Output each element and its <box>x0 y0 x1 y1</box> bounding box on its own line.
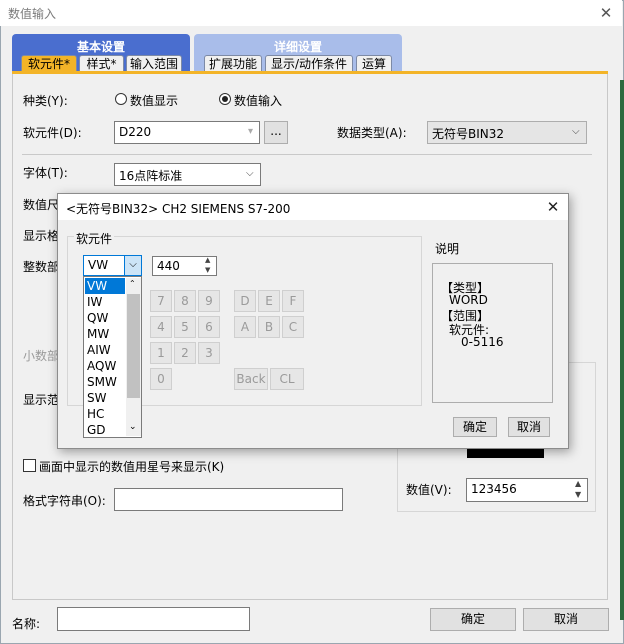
background-edge <box>620 80 624 620</box>
kind-label: 种类(Y): <box>23 94 68 108</box>
device-type-list[interactable]: VW IW QW MW AIW AQW SMW SW HC GD ⌃ ⌄ <box>83 276 142 438</box>
list-item[interactable]: SW <box>85 390 125 406</box>
chevron-down-icon[interactable]: ⌵ <box>124 256 141 275</box>
device-label: 软元件(D): <box>23 126 82 140</box>
list-item[interactable]: AIW <box>85 342 125 358</box>
spin-up-icon[interactable]: ▲ <box>205 256 210 264</box>
key-5[interactable]: 5 <box>174 316 196 338</box>
spin-down-icon[interactable]: ▼ <box>575 490 581 499</box>
key-6[interactable]: 6 <box>198 316 220 338</box>
key-0[interactable]: 0 <box>150 368 172 390</box>
device-dropdown-icon: ▾ <box>248 126 254 137</box>
value-input-value: 123456 <box>471 482 517 496</box>
device-number-value: 440 <box>157 259 180 273</box>
datatype-value: 无符号BIN32 <box>432 127 505 141</box>
decimal-digits-label: 小数部 <box>23 349 60 363</box>
key-2[interactable]: 2 <box>174 342 196 364</box>
list-item[interactable]: IW <box>85 294 125 310</box>
integer-digits-label: 整数部 <box>23 260 60 274</box>
description-box: 【类型】 WORD 【范围】 软元件: 0-5116 <box>432 263 553 403</box>
tab-group-detail-title: 详细设置 <box>273 40 322 54</box>
tab-group-basic-title: 基本设置 <box>76 40 125 54</box>
dialog-cancel-button[interactable]: 取消 <box>508 417 550 437</box>
spin-down-icon[interactable]: ▼ <box>205 266 210 274</box>
datatype-select[interactable]: 无符号BIN32 ⌵ <box>427 121 587 144</box>
key-backspace[interactable]: Back <box>234 368 268 390</box>
key-8[interactable]: 8 <box>174 290 196 312</box>
list-item[interactable]: HC <box>85 406 125 422</box>
radio-numeric-input[interactable] <box>219 93 231 105</box>
desc-type-value: WORD <box>449 293 488 307</box>
browse-button[interactable]: ... <box>264 121 288 144</box>
divider <box>22 154 592 155</box>
format-string-label: 格式字符串(O): <box>23 494 106 508</box>
font-label: 字体(T): <box>23 166 68 180</box>
key-clear[interactable]: CL <box>270 368 304 390</box>
key-b[interactable]: B <box>258 316 280 338</box>
dialog-title: <无符号BIN32> CH2 SIEMENS S7-200 <box>66 202 291 216</box>
list-scrollbar[interactable]: ⌃ ⌄ <box>126 278 141 436</box>
key-c[interactable]: C <box>282 316 304 338</box>
key-f[interactable]: F <box>282 290 304 312</box>
font-select[interactable]: 16点阵标准 ⌵ <box>114 163 261 186</box>
display-format-label: 显示格 <box>23 229 60 243</box>
description-label: 说明 <box>435 242 460 256</box>
size-label: 数值尺 <box>23 198 60 212</box>
font-value: 16点阵标准 <box>119 169 183 183</box>
key-7[interactable]: 7 <box>150 290 172 312</box>
key-d[interactable]: D <box>234 290 256 312</box>
spin-up-icon[interactable]: ▲ <box>575 479 581 488</box>
asterisk-checkbox-label: 画面中显示的数值用星号来显示(K) <box>39 460 225 474</box>
list-item[interactable]: QW <box>85 310 125 326</box>
value-input[interactable]: 123456 <box>466 478 588 502</box>
device-type-value: VW <box>88 258 109 272</box>
window-title: 数值输入 <box>8 7 57 21</box>
key-9[interactable]: 9 <box>198 290 220 312</box>
datatype-label: 数据类型(A): <box>337 126 407 140</box>
name-label: 名称: <box>12 617 41 631</box>
dialog-close-icon[interactable]: ✕ <box>545 200 561 215</box>
desc-range-value: 0-5116 <box>461 335 504 349</box>
list-item[interactable]: VW <box>85 278 125 294</box>
key-3[interactable]: 3 <box>198 342 220 364</box>
scrollbar-thumb[interactable] <box>127 294 140 398</box>
dialog-ok-button[interactable]: 确定 <box>453 417 497 437</box>
chevron-down-icon: ⌵ <box>572 126 580 137</box>
format-string-input[interactable] <box>114 488 343 511</box>
list-item[interactable]: GD <box>85 422 125 438</box>
key-a[interactable]: A <box>234 316 256 338</box>
list-item[interactable]: AQW <box>85 358 125 374</box>
radio-numeric-input-label: 数值输入 <box>234 94 283 108</box>
chevron-down-icon: ⌵ <box>246 168 254 179</box>
value-label: 数值(V): <box>406 483 452 497</box>
key-e[interactable]: E <box>258 290 280 312</box>
scroll-down-icon[interactable]: ⌄ <box>129 422 137 432</box>
cancel-button[interactable]: 取消 <box>523 608 609 631</box>
list-item[interactable]: SMW <box>85 374 125 390</box>
device-group-label: 软元件 <box>74 230 115 247</box>
device-input-value: D220 <box>119 125 152 139</box>
asterisk-checkbox[interactable] <box>23 459 36 472</box>
list-item[interactable]: MW <box>85 326 125 342</box>
display-range-label: 显示范 <box>23 393 60 407</box>
name-input[interactable] <box>57 607 250 631</box>
close-icon[interactable]: ✕ <box>598 6 614 21</box>
key-1[interactable]: 1 <box>150 342 172 364</box>
key-4[interactable]: 4 <box>150 316 172 338</box>
ok-button[interactable]: 确定 <box>430 608 516 631</box>
title-bar: 数值输入 ✕ <box>0 0 622 26</box>
radio-numeric-display[interactable] <box>115 93 127 105</box>
dialog-title-bar: <无符号BIN32> CH2 SIEMENS S7-200 ✕ <box>58 194 568 220</box>
scroll-up-icon[interactable]: ⌃ <box>129 279 136 288</box>
device-input[interactable]: D220 <box>114 121 260 144</box>
radio-numeric-display-label: 数值显示 <box>130 94 179 108</box>
